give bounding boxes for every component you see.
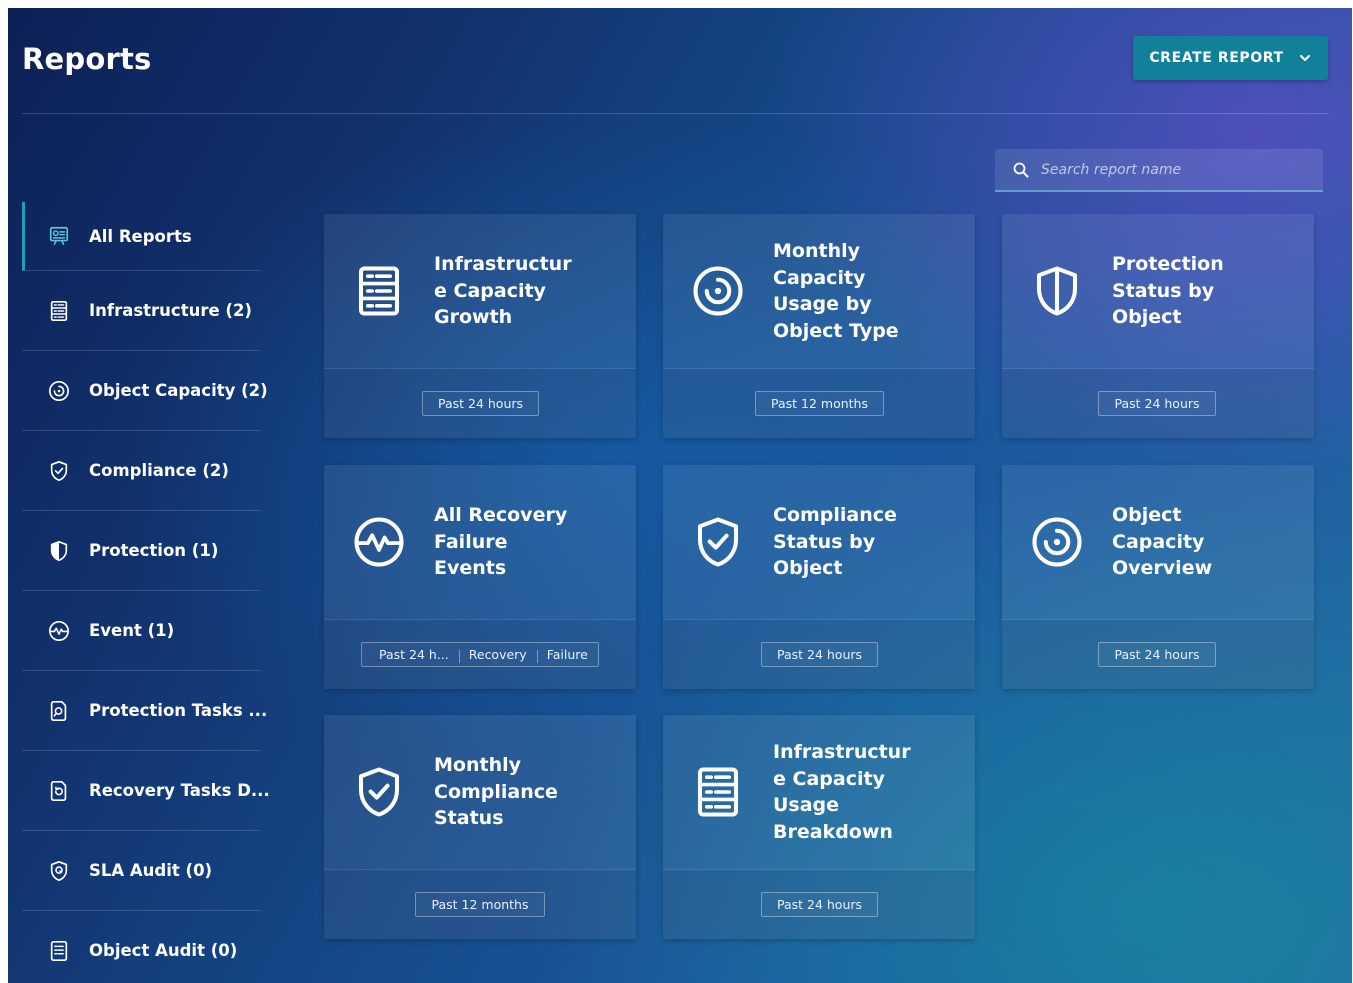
sidebar: All Reports Infrastructure (2) Object Capa… [22, 202, 270, 983]
report-card[interactable]: All Recovery Failure Events Past 24 h... Rec… [324, 465, 636, 689]
report-card[interactable]: Monthly Capacity Usage by Object Type Past 1… [663, 214, 975, 438]
sidebar-item-object-capacity-2[interactable]: Object Capacity (2) [22, 351, 268, 431]
target-icon [48, 380, 70, 402]
sidebar-item-label: SLA Audit (0) [89, 861, 213, 880]
shield-check-icon [691, 515, 745, 569]
time-range-tag: Past 24 h... Recovery Failure [361, 642, 599, 667]
report-card-header: Protection Status by Object [1002, 214, 1314, 369]
sidebar-item-object-audit-0[interactable]: Object Audit (0) [22, 911, 260, 983]
search-box[interactable] [995, 149, 1323, 192]
page-title: Reports [22, 42, 152, 76]
header-divider [22, 113, 1329, 114]
report-card-title: Object Capacity Overview [1112, 504, 1213, 580]
time-range-tag: Past 12 months [415, 892, 545, 917]
tag-label: Past 24 hours [1114, 647, 1200, 662]
report-card-title: Infrastructur e Capacity Usage Breakdown [773, 741, 911, 843]
tag-label: Past 24 hours [776, 897, 863, 912]
search-input[interactable] [1039, 160, 1303, 179]
time-range-tag: Past 24 hours [1098, 391, 1216, 416]
sidebar-item-label: Protection (1) [89, 541, 219, 560]
report-card-header: Infrastructur e Capacity Usage Breakdown [663, 715, 975, 870]
shield-check-icon [48, 460, 70, 482]
sidebar-item-label: Compliance (2) [89, 461, 229, 480]
restore-document-icon [48, 780, 70, 802]
report-card-title: Protection Status by Object [1112, 253, 1224, 329]
list-document-icon [48, 940, 70, 962]
report-card[interactable]: Object Capacity Overview Past 24 hours [1002, 465, 1314, 689]
pulse-icon [48, 620, 70, 642]
report-card[interactable]: Infrastructur e Capacity Usage Breakdown Pas… [663, 715, 975, 939]
time-range-tag: Past 12 months [755, 391, 884, 416]
pulse-icon [352, 515, 406, 569]
report-card-title: Monthly Capacity Usage by Object Type [773, 240, 899, 342]
target-icon [1030, 515, 1084, 569]
report-card[interactable]: Compliance Status by Object Past 24 hours [663, 465, 975, 689]
report-card[interactable]: Infrastructur e Capacity Growth Past 24 hou… [324, 214, 636, 438]
report-card-footer: Past 24 hours [324, 369, 636, 438]
tag-label: Past 24 hours [776, 647, 863, 662]
report-card-title: Compliance Status by Object [773, 504, 897, 580]
tag-label: Recovery [458, 647, 537, 663]
report-card-title: Infrastructur e Capacity Growth [434, 253, 572, 329]
tag-label: Past 12 months [771, 396, 868, 411]
search-icon [1013, 162, 1029, 177]
sidebar-item-infrastructure-2[interactable]: Infrastructure (2) [22, 271, 260, 351]
half-shield-icon [1030, 264, 1084, 318]
time-range-tag: Past 24 hours [761, 892, 878, 917]
server-icon [352, 264, 406, 318]
sidebar-item-label: Recovery Tasks D... [89, 781, 270, 800]
sidebar-item-event-1[interactable]: Event (1) [22, 591, 260, 671]
tag-label: Past 24 h... [379, 647, 449, 662]
chevron-down-icon [1299, 55, 1310, 61]
sidebar-item-protection-tasks[interactable]: Protection Tasks ... [22, 671, 267, 751]
sidebar-item-label: All Reports [89, 226, 192, 246]
sidebar-item-label: Protection Tasks ... [89, 701, 268, 720]
report-card-header: Object Capacity Overview [1002, 465, 1314, 620]
sidebar-item-label: Object Audit (0) [89, 941, 238, 960]
report-card-title: All Recovery Failure Events [434, 504, 568, 580]
sidebar-item-label: Object Capacity (2) [89, 381, 268, 400]
create-report-label: CREATE REPORT [1149, 50, 1284, 66]
sidebar-item-label: Event (1) [89, 621, 175, 640]
search-document-icon [48, 700, 70, 722]
report-card-footer: Past 12 months [663, 369, 975, 438]
shield-lock-icon [48, 860, 70, 882]
time-range-tag: Past 24 hours [1098, 642, 1216, 667]
tag-label: Failure [536, 647, 598, 663]
report-card-footer: Past 24 hours [1002, 620, 1314, 689]
report-card-header: All Recovery Failure Events [324, 465, 636, 620]
create-report-button[interactable]: CREATE REPORT [1133, 36, 1328, 80]
report-card[interactable]: Protection Status by Object Past 24 hours [1002, 214, 1314, 438]
report-card-title: Monthly Compliance Status [434, 754, 558, 830]
tag-label: Past 24 hours [1114, 396, 1200, 411]
report-card[interactable]: Monthly Compliance Status Past 12 months [324, 715, 636, 939]
tag-label: Past 12 months [431, 897, 529, 912]
shield-check-icon [352, 765, 406, 819]
sidebar-item-recovery-tasks-d[interactable]: Recovery Tasks D... [22, 751, 270, 831]
report-card-header: Monthly Capacity Usage by Object Type [663, 214, 975, 369]
time-range-tag: Past 24 hours [422, 391, 539, 416]
report-card-footer: Past 24 hours [663, 870, 975, 939]
half-shield-icon [48, 540, 70, 562]
report-card-footer: Past 24 hours [1002, 369, 1314, 438]
report-card-footer: Past 24 h... Recovery Failure [324, 620, 636, 689]
sidebar-item-compliance-2[interactable]: Compliance (2) [22, 431, 260, 511]
tag-label: Past 24 hours [437, 396, 524, 411]
report-card-header: Infrastructur e Capacity Growth [324, 214, 636, 369]
sidebar-item-sla-audit-0[interactable]: SLA Audit (0) [22, 831, 260, 911]
sidebar-item-all-reports[interactable]: All Reports [22, 202, 260, 271]
dashboard-icon [48, 225, 70, 247]
reports-page: Reports CREATE REPORT All Reports Infrast… [8, 8, 1352, 983]
report-card-footer: Past 12 months [324, 870, 636, 939]
sidebar-item-label: Infrastructure (2) [89, 301, 252, 320]
report-card-header: Monthly Compliance Status [324, 715, 636, 870]
report-card-footer: Past 24 hours [663, 620, 975, 689]
report-card-header: Compliance Status by Object [663, 465, 975, 620]
target-icon [691, 264, 745, 318]
server-icon [48, 300, 70, 322]
time-range-tag: Past 24 hours [761, 642, 878, 667]
sidebar-item-protection-1[interactable]: Protection (1) [22, 511, 260, 591]
server-icon [691, 765, 745, 819]
